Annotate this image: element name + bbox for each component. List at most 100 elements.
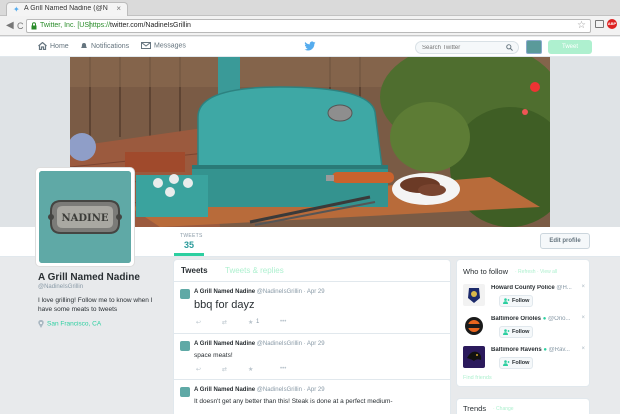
reply-icon[interactable]: ↩ <box>196 366 201 373</box>
suggestion-handle[interactable]: @Rav... <box>549 347 570 353</box>
ravens-logo-icon <box>463 346 485 368</box>
verified-badge-icon: ● <box>543 347 547 353</box>
address-bar[interactable]: Twitter, Inc. [US] https://twitter.com/N… <box>26 19 591 33</box>
compose-tweet-button[interactable]: Tweet <box>548 40 592 54</box>
tweet-avatar[interactable] <box>180 341 190 351</box>
suggestion-handle[interactable]: @H... <box>556 285 571 291</box>
follow-label: Follow <box>512 298 530 304</box>
suggestion-avatar[interactable] <box>463 315 485 337</box>
who-to-follow-links[interactable]: · Refresh · View all <box>515 269 557 275</box>
envelope-icon <box>141 42 151 49</box>
tweet-header: A Grill Named Nadine @NadineIsGrillin · … <box>194 289 325 295</box>
edit-profile-button[interactable]: Edit profile <box>540 233 590 249</box>
follow-button[interactable]: Follow <box>499 295 533 307</box>
tweet-avatar[interactable] <box>180 387 190 397</box>
add-user-icon <box>503 329 510 335</box>
nav-messages[interactable]: Messages <box>141 42 186 49</box>
lock-icon <box>31 22 37 30</box>
suggestion-name[interactable]: Howard County Police @H... <box>491 285 579 291</box>
police-badge-icon <box>463 284 485 306</box>
tweet-meta[interactable]: @NadineIsGrillin · Apr 29 <box>257 289 325 295</box>
tweet-item[interactable]: A Grill Named Nadine @NadineIsGrillin · … <box>174 282 450 334</box>
tweets-stat-label[interactable]: TWEETS <box>180 233 203 239</box>
browser-tab[interactable]: ✦ A Grill Named Nadine (@N × <box>6 2 128 16</box>
back-arrow-icon[interactable]: ◀ <box>6 20 14 32</box>
tweets-stat-count[interactable]: 35 <box>184 240 194 250</box>
nav-notifications[interactable]: Notifications <box>80 42 129 50</box>
find-friends-link[interactable]: Find friends <box>463 375 492 381</box>
like-count: 1 <box>256 319 260 325</box>
avatar-image: NADINE <box>39 171 131 263</box>
browser-tabstrip: ✦ A Grill Named Nadine (@N × <box>0 0 620 16</box>
bell-icon <box>81 43 87 49</box>
tweet-avatar[interactable] <box>180 289 190 299</box>
tweet-meta[interactable]: @NadineIsGrillin · Apr 29 <box>257 341 325 347</box>
suggestion-avatar[interactable] <box>463 346 485 368</box>
tab-tweets-replies[interactable]: Tweets & replies <box>225 266 284 275</box>
search-input[interactable] <box>422 44 502 52</box>
tweet-text: space meats! <box>194 352 233 359</box>
suggestion-avatar[interactable] <box>463 284 485 306</box>
url-path: twitter.com/NadineIsGrillin <box>110 22 191 29</box>
reply-icon[interactable]: ↩ <box>196 319 201 326</box>
retweet-icon[interactable]: ⇄ <box>222 319 227 326</box>
nav-home-label: Home <box>50 42 69 50</box>
adblock-icon[interactable]: ABP <box>607 19 617 29</box>
suggestion-name[interactable]: Baltimore Ravens ● @Rav... <box>491 347 579 353</box>
search-icon[interactable] <box>506 44 513 51</box>
profile-avatar[interactable]: NADINE <box>36 168 134 266</box>
reload-icon[interactable]: C <box>17 20 24 32</box>
tweet-author[interactable]: A Grill Named Nadine <box>194 387 255 393</box>
twitter-topbar: Home Notifications Messages Tweet <box>0 37 620 57</box>
tweet-author[interactable]: A Grill Named Nadine <box>194 341 255 347</box>
account-avatar[interactable] <box>526 40 542 54</box>
search-box[interactable] <box>415 41 519 54</box>
timeline-tabs: Tweets Tweets & replies <box>174 260 450 282</box>
verified-badge-icon: ● <box>542 316 547 322</box>
compose-tweet-label: Tweet <box>561 44 578 50</box>
suggestion-handle[interactable]: @Orio... <box>548 316 570 322</box>
active-stat-indicator <box>174 253 204 256</box>
orioles-logo-icon <box>463 315 485 337</box>
profile-handle[interactable]: @NadineIsGrillin <box>38 284 83 290</box>
tweet-item[interactable]: A Grill Named Nadine @NadineIsGrillin · … <box>174 334 450 380</box>
more-icon[interactable]: ••• <box>280 366 286 372</box>
suggestion-display-name[interactable]: Baltimore Orioles <box>491 316 541 322</box>
follow-button[interactable]: Follow <box>499 326 533 338</box>
nav-messages-label: Messages <box>154 42 186 50</box>
tweet-author[interactable]: A Grill Named Nadine <box>194 289 255 295</box>
profile-header-photo[interactable] <box>70 57 550 227</box>
trends-change-link[interactable]: · Change <box>493 406 514 412</box>
dismiss-icon[interactable]: × <box>581 346 585 352</box>
bookmark-star-icon[interactable]: ☆ <box>577 20 586 31</box>
profile-name[interactable]: A Grill Named Nadine <box>38 272 140 283</box>
follow-button[interactable]: Follow <box>499 357 533 369</box>
tweet-text: bbq for dayz <box>194 299 255 311</box>
nav-home[interactable]: Home <box>38 42 69 50</box>
home-icon <box>38 42 47 50</box>
tweet-meta[interactable]: @NadineIsGrillin · Apr 29 <box>257 387 325 393</box>
tab-tweets[interactable]: Tweets <box>181 266 208 275</box>
ev-certificate-name: Twitter, Inc. [US] <box>40 22 91 29</box>
dismiss-icon[interactable]: × <box>581 284 585 290</box>
more-icon[interactable]: ••• <box>280 319 286 325</box>
retweet-icon[interactable]: ⇄ <box>222 366 227 373</box>
like-icon[interactable]: ★ <box>248 366 253 373</box>
suggestion-display-name[interactable]: Howard County Police <box>491 285 555 291</box>
twitter-bird-icon: ✦ <box>13 5 20 14</box>
tweet-item[interactable]: A Grill Named Nadine @NadineIsGrillin · … <box>174 380 450 414</box>
suggestion-name[interactable]: Baltimore Orioles ● @Orio... <box>491 316 579 322</box>
nav-notifications-label: Notifications <box>91 42 130 50</box>
add-user-icon <box>503 298 510 304</box>
twitter-logo-icon[interactable] <box>304 41 316 52</box>
cast-icon[interactable] <box>595 20 604 28</box>
edit-profile-label: Edit profile <box>549 238 581 244</box>
like-icon[interactable]: ★ <box>248 319 253 326</box>
tab-close-icon[interactable]: × <box>116 4 121 13</box>
trends-card: Trends · Change <box>456 398 590 414</box>
follow-label: Follow <box>512 360 530 366</box>
dismiss-icon[interactable]: × <box>581 315 585 321</box>
suggestion-display-name[interactable]: Baltimore Ravens <box>491 347 542 353</box>
tweet-header: A Grill Named Nadine @NadineIsGrillin · … <box>194 387 325 393</box>
add-user-icon <box>503 360 510 366</box>
